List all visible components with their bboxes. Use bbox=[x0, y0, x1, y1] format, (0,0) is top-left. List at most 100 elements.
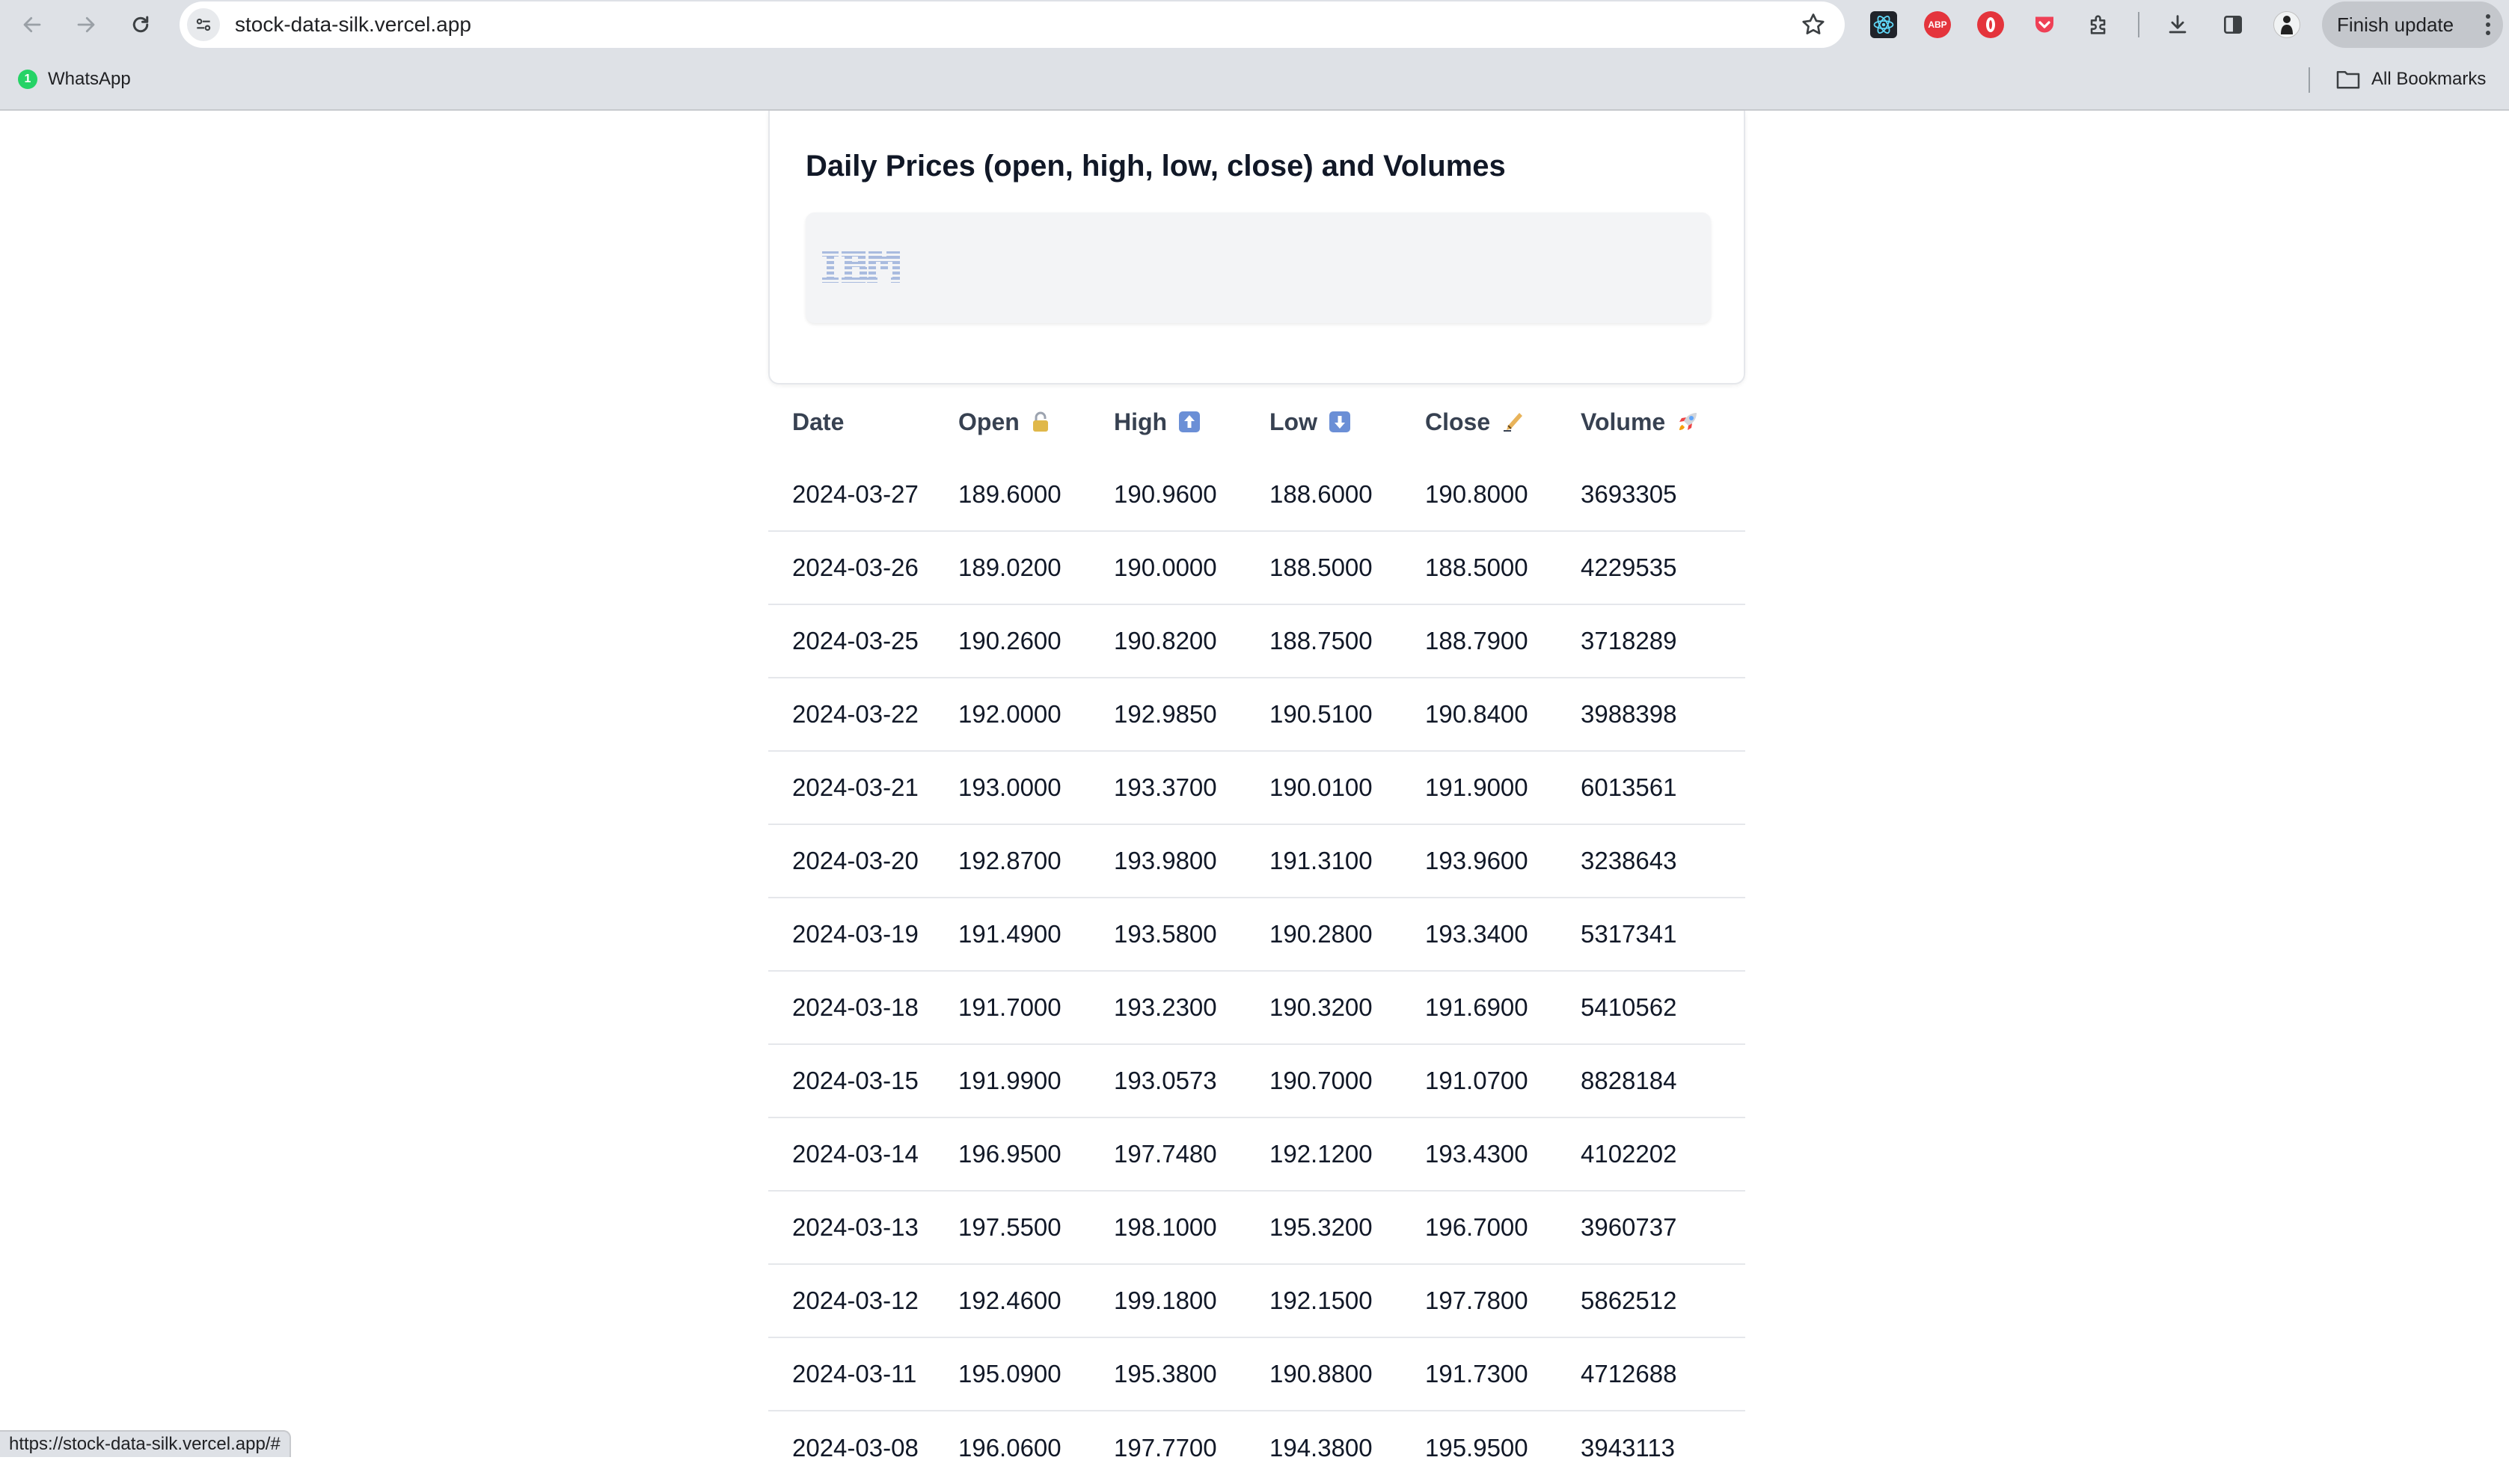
cell-low: 195.3200 bbox=[1269, 1191, 1425, 1265]
opera-icon[interactable] bbox=[1976, 10, 2006, 40]
address-bar[interactable]: stock-data-silk.vercel.app bbox=[180, 1, 1845, 48]
table-row: 2024-03-18 191.7000 193.2300 190.3200 191.69… bbox=[768, 971, 1745, 1045]
table-row: 2024-03-12 192.4600 199.1800 192.1500 197.78… bbox=[768, 1264, 1745, 1338]
cell-high: 195.3800 bbox=[1114, 1337, 1269, 1411]
cell-close: 197.7800 bbox=[1425, 1264, 1581, 1338]
company-logo-panel bbox=[806, 212, 1711, 323]
cell-low: 190.3200 bbox=[1269, 971, 1425, 1045]
cell-close: 195.9500 bbox=[1425, 1433, 1528, 1462]
cell-volume: 4102202 bbox=[1581, 1117, 1745, 1192]
prices-card: Daily Prices (open, high, low, close) an… bbox=[768, 111, 1745, 384]
cell-volume: 6013561 bbox=[1581, 751, 1745, 825]
download-icon[interactable] bbox=[2163, 10, 2193, 40]
reload-button[interactable] bbox=[122, 6, 159, 43]
table-row: 2024-03-27 189.6000 190.9600 188.6000 190.80… bbox=[768, 458, 1745, 532]
cell-high: 193.5800 bbox=[1114, 898, 1269, 972]
cell-open: 197.5500 bbox=[958, 1191, 1114, 1265]
site-info-button[interactable] bbox=[187, 8, 220, 41]
forward-button[interactable] bbox=[67, 6, 105, 43]
header-volume: Volume bbox=[1581, 386, 1745, 458]
cell-date: 2024-03-25 bbox=[768, 604, 958, 678]
back-button[interactable] bbox=[13, 6, 51, 43]
cell-date: 2024-03-18 bbox=[768, 971, 958, 1045]
cell-volume: 5862512 bbox=[1581, 1264, 1745, 1338]
cell-date: 2024-03-12 bbox=[768, 1264, 958, 1338]
cell-date: 2024-03-14 bbox=[768, 1117, 958, 1192]
cell-date: 2024-03-20 bbox=[768, 824, 958, 898]
adblock-plus-icon[interactable]: ABP bbox=[1923, 10, 1952, 40]
profile-avatar[interactable] bbox=[2272, 10, 2302, 40]
finish-update-button[interactable]: Finish update bbox=[2322, 1, 2503, 48]
cell-low: 188.5000 bbox=[1269, 531, 1425, 605]
more-menu-icon bbox=[2486, 14, 2490, 35]
table-header-row: Date Open High Low Close Volume bbox=[768, 386, 1745, 458]
cell-date: 2024-03-08 bbox=[792, 1433, 919, 1462]
bookmarks-bar: 1 WhatsApp All Bookmarks bbox=[0, 49, 2509, 111]
cell-close: 190.8000 bbox=[1425, 458, 1581, 532]
url-text[interactable]: stock-data-silk.vercel.app bbox=[235, 1, 471, 48]
cell-close: 191.6900 bbox=[1425, 971, 1581, 1045]
cell-low: 190.2800 bbox=[1269, 898, 1425, 972]
up-arrow-icon bbox=[1178, 411, 1200, 432]
finish-update-label: Finish update bbox=[2337, 13, 2454, 36]
cell-close: 193.4300 bbox=[1425, 1117, 1581, 1192]
cell-high: 192.9850 bbox=[1114, 678, 1269, 752]
cell-volume: 5317341 bbox=[1581, 898, 1745, 972]
folder-icon bbox=[2336, 70, 2360, 89]
bookmark-whatsapp[interactable]: 1 WhatsApp bbox=[18, 64, 131, 94]
cell-open: 196.9500 bbox=[958, 1117, 1114, 1192]
cell-low: 192.1500 bbox=[1269, 1264, 1425, 1338]
page-title: Daily Prices (open, high, low, close) an… bbox=[806, 150, 1506, 183]
bookmark-star-icon[interactable] bbox=[1800, 11, 1827, 38]
cell-volume: 3693305 bbox=[1581, 458, 1745, 532]
cell-close: 196.7000 bbox=[1425, 1191, 1581, 1265]
cell-close: 188.7900 bbox=[1425, 604, 1581, 678]
react-devtools-icon[interactable] bbox=[1869, 10, 1899, 40]
puzzle-icon[interactable] bbox=[2084, 10, 2114, 40]
table-row: 2024-03-20 192.8700 193.9800 191.3100 193.96… bbox=[768, 824, 1745, 898]
cell-high: 190.9600 bbox=[1114, 458, 1269, 532]
cell-open: 191.4900 bbox=[958, 898, 1114, 972]
cell-high: 193.3700 bbox=[1114, 751, 1269, 825]
cell-open: 190.2600 bbox=[958, 604, 1114, 678]
header-close: Close bbox=[1425, 386, 1581, 458]
cell-date: 2024-03-11 bbox=[768, 1337, 958, 1411]
cell-close: 188.5000 bbox=[1425, 531, 1581, 605]
header-high: High bbox=[1114, 386, 1269, 458]
status-bar-url: https://stock-data-silk.vercel.app/# bbox=[0, 1430, 291, 1457]
cell-low: 190.5100 bbox=[1269, 678, 1425, 752]
cell-open: 189.0200 bbox=[958, 531, 1114, 605]
cell-low: 194.3800 bbox=[1269, 1433, 1373, 1462]
table-row: 2024-03-14 196.9500 197.7480 192.1200 193.43… bbox=[768, 1117, 1745, 1192]
cell-high: 193.9800 bbox=[1114, 824, 1269, 898]
cell-open: 196.0600 bbox=[958, 1433, 1062, 1462]
bookmark-label: WhatsApp bbox=[48, 69, 131, 89]
cell-date: 2024-03-15 bbox=[768, 1044, 958, 1118]
tune-icon bbox=[196, 18, 211, 31]
pocket-icon[interactable] bbox=[2029, 10, 2059, 40]
cell-low: 192.1200 bbox=[1269, 1117, 1425, 1192]
whatsapp-icon: 1 bbox=[18, 70, 37, 89]
cell-open: 192.4600 bbox=[958, 1264, 1114, 1338]
cell-low: 188.7500 bbox=[1269, 604, 1425, 678]
cell-high: 190.8200 bbox=[1114, 604, 1269, 678]
cell-high: 197.7480 bbox=[1114, 1117, 1269, 1192]
reload-icon bbox=[132, 16, 149, 33]
header-date: Date bbox=[792, 408, 845, 435]
table-row: 2024-03-13 197.5500 198.1000 195.3200 196.70… bbox=[768, 1191, 1745, 1265]
cell-volume: 3943113 bbox=[1581, 1433, 1676, 1462]
cell-open: 192.0000 bbox=[958, 678, 1114, 752]
writing-hand-icon bbox=[1504, 412, 1523, 432]
lock-icon bbox=[1032, 411, 1048, 432]
cell-close: 193.3400 bbox=[1425, 898, 1581, 972]
browser-toolbar: stock-data-silk.vercel.app ABP Finish up… bbox=[0, 0, 2509, 49]
cell-date: 2024-03-22 bbox=[768, 678, 958, 752]
side-panel-icon[interactable] bbox=[2218, 10, 2248, 40]
cell-volume: 4229535 bbox=[1581, 531, 1745, 605]
cell-low: 190.8800 bbox=[1269, 1337, 1425, 1411]
back-arrow-icon bbox=[23, 16, 41, 33]
cell-high: 190.0000 bbox=[1114, 531, 1269, 605]
cell-date: 2024-03-27 bbox=[768, 458, 958, 532]
all-bookmarks-button[interactable]: All Bookmarks bbox=[2335, 64, 2486, 94]
cell-open: 195.0900 bbox=[958, 1337, 1114, 1411]
